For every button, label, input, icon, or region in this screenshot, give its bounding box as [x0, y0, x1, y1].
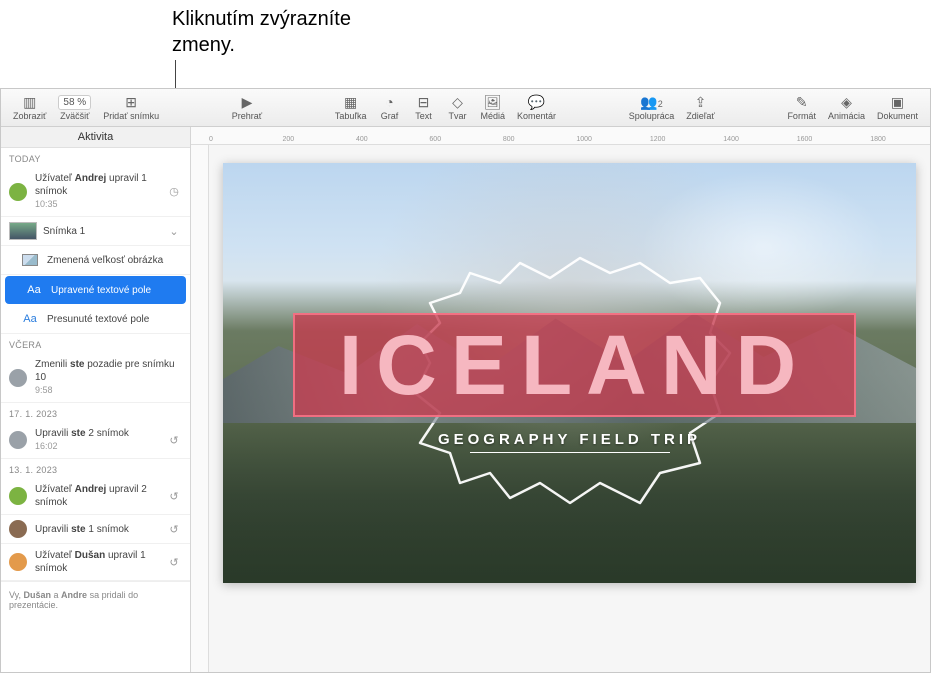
- text-icon: ⊟: [418, 94, 430, 110]
- activity-text: Upravili ste 1 snímok: [35, 523, 166, 536]
- media-icon: 🖼: [484, 94, 502, 110]
- callout-label: Kliknutím zvýrazníte zmeny.: [172, 6, 351, 58]
- ruler-mark: 200: [282, 136, 294, 143]
- play-icon: ▶: [242, 94, 253, 110]
- sidebar-footnote: Vy, Dušan a Andre sa pridali do prezentá…: [1, 581, 190, 618]
- shape-icon: ◇: [452, 94, 463, 110]
- history-icon: ↺: [166, 523, 182, 536]
- share-button[interactable]: ⇪ Zdieľať: [680, 92, 721, 123]
- activity-row[interactable]: Užívateľ Dušan upravil 1 snímok ↺: [1, 544, 190, 581]
- activity-row[interactable]: Užívateľ Andrej upravil 1 snímok 10:35 ◷: [1, 167, 190, 217]
- chevron-down-icon[interactable]: ⌄: [166, 225, 182, 238]
- slide-title: ICELAND: [339, 317, 810, 414]
- section-yesterday: Včera: [1, 334, 190, 353]
- slide-label: Snímka 1: [43, 225, 166, 238]
- share-icon: ⇪: [695, 94, 707, 110]
- people-icon: 👥2: [640, 94, 662, 110]
- format-button[interactable]: ✎ Formát: [781, 92, 822, 123]
- avatar: [9, 431, 27, 449]
- clock-icon: ◷: [166, 185, 182, 198]
- sidebar-layout-icon: ▥: [23, 94, 36, 110]
- change-resize[interactable]: Zmenená veľkosť obrázka: [1, 246, 190, 275]
- plus-icon: ⊞: [125, 94, 137, 110]
- ruler-mark: 1400: [723, 136, 739, 143]
- activity-text: Užívateľ Andrej upravil 1 snímok 10:35: [35, 172, 166, 211]
- activity-row[interactable]: Užívateľ Andrej upravil 2 snímok ↺: [1, 478, 190, 515]
- avatar: [9, 183, 27, 201]
- section-today: TODAY: [1, 148, 190, 167]
- activity-row[interactable]: Zmenili ste pozadie pre snímku 10 9:58: [1, 353, 190, 403]
- comment-icon: 💬: [528, 94, 545, 110]
- change-move-text[interactable]: Aa Presunuté textové pole: [1, 305, 190, 334]
- activity-sidebar: Aktivita TODAY Užívateľ Andrej upravil 1…: [1, 127, 191, 672]
- activity-text: Zmenili ste pozadie pre snímku 10 9:58: [35, 358, 182, 397]
- sidebar-title: Aktivita: [1, 127, 190, 148]
- table-button[interactable]: ▦ Tabuľka: [329, 92, 373, 123]
- diamond-icon: ◈: [841, 94, 852, 110]
- ruler-mark: 0: [209, 136, 213, 143]
- ruler-mark: 1200: [650, 136, 666, 143]
- avatar: [9, 369, 27, 387]
- document-button[interactable]: ▣ Dokument: [871, 92, 924, 123]
- sidebar-scroll[interactable]: TODAY Užívateľ Andrej upravil 1 snímok 1…: [1, 148, 190, 672]
- slide[interactable]: ICELAND GEOGRAPHY FIELD TRIP: [223, 163, 916, 583]
- history-icon: ↺: [166, 556, 182, 569]
- ruler-mark: 800: [503, 136, 515, 143]
- avatar: [9, 487, 27, 505]
- shape-button[interactable]: ◇ Tvar: [440, 92, 474, 123]
- avatar: [9, 520, 27, 538]
- ruler-mark: 1600: [797, 136, 813, 143]
- toolbar: ▥ Zobraziť 58 % Zväčšiť ⊞ Pridať snímku …: [1, 89, 930, 127]
- animate-button[interactable]: ◈ Animácia: [822, 92, 871, 123]
- collab-button[interactable]: 👥2 Spolupráca: [623, 92, 681, 123]
- ruler-horizontal: 0 200 400 600 800 1000 1200 1400 1600 1800: [191, 127, 930, 145]
- view-button[interactable]: ▥ Zobraziť: [7, 92, 52, 123]
- section-date2: 13. 1. 2023: [1, 459, 190, 478]
- zoom-value: 58 %: [58, 95, 91, 110]
- text-aa-icon: Aa: [21, 312, 39, 326]
- slide-thumbnail: [9, 222, 37, 240]
- slide-subtitle[interactable]: GEOGRAPHY FIELD TRIP: [223, 431, 916, 453]
- title-text-box[interactable]: ICELAND: [293, 313, 856, 417]
- image-icon: [21, 253, 39, 267]
- table-icon: ▦: [344, 94, 357, 110]
- app-window: ▥ Zobraziť 58 % Zväčšiť ⊞ Pridať snímku …: [0, 88, 931, 673]
- activity-row[interactable]: Upravili ste 1 snímok ↺: [1, 515, 190, 544]
- stage[interactable]: ICELAND GEOGRAPHY FIELD TRIP: [209, 145, 930, 672]
- ruler-mark: 1000: [576, 136, 592, 143]
- ruler-mark: 1800: [870, 136, 886, 143]
- ruler-mark: 400: [356, 136, 368, 143]
- play-button[interactable]: ▶ Prehrať: [226, 92, 268, 123]
- document-icon: ▣: [891, 94, 904, 110]
- zoom-button[interactable]: 58 % Zväčšiť: [52, 92, 97, 123]
- canvas-area: 0 200 400 600 800 1000 1200 1400 1600 1800 ICELAN…: [191, 127, 930, 672]
- chart-icon: ◔: [385, 94, 393, 110]
- avatar: [9, 553, 27, 571]
- slide-row[interactable]: Snímka 1 ⌄: [1, 217, 190, 246]
- history-icon: ↺: [166, 434, 182, 447]
- ruler-mark: 600: [429, 136, 441, 143]
- brush-icon: ✎: [796, 94, 808, 110]
- comment-button[interactable]: 💬 Komentár: [511, 92, 562, 123]
- activity-text: Užívateľ Andrej upravil 2 snímok: [35, 483, 166, 509]
- text-aa-icon: Aa: [25, 283, 43, 297]
- media-button[interactable]: 🖼 Médiá: [474, 92, 511, 123]
- section-date1: 17. 1. 2023: [1, 403, 190, 422]
- history-icon: ↺: [166, 490, 182, 503]
- activity-text: Užívateľ Dušan upravil 1 snímok: [35, 549, 166, 575]
- chart-button[interactable]: ◔ Graf: [372, 92, 406, 123]
- add-slide-button[interactable]: ⊞ Pridať snímku: [97, 92, 165, 123]
- activity-text: Upravili ste 2 snímok 16:02: [35, 427, 166, 453]
- text-button[interactable]: ⊟ Text: [406, 92, 440, 123]
- activity-row[interactable]: Upravili ste 2 snímok 16:02 ↺: [1, 422, 190, 459]
- change-edit-text[interactable]: Aa Upravené textové pole: [5, 276, 186, 304]
- ruler-vertical: [191, 145, 209, 672]
